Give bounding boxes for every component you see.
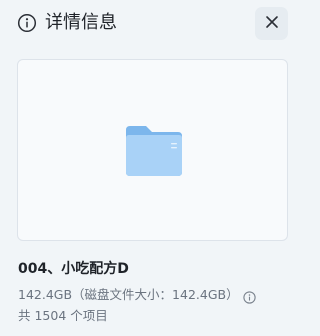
details-header: 详情信息 [0, 0, 306, 48]
file-size: 142.4GB（磁盘文件大小：142.4GB） [18, 287, 239, 302]
size-help-icon[interactable] [242, 289, 256, 304]
info-icon [17, 13, 37, 33]
file-preview [17, 59, 288, 241]
file-name: 004、小吃配方D [18, 261, 129, 277]
folder-icon [124, 122, 184, 178]
details-panel: 详情信息 004、小吃配方D 142.4GB（磁盘文件大小：142.4GB） 共… [0, 0, 306, 336]
item-count: 共 1504 个项目 [18, 308, 108, 323]
close-button[interactable] [255, 7, 288, 40]
size-row: 142.4GB（磁盘文件大小：142.4GB） [18, 285, 256, 305]
panel-title: 详情信息 [45, 12, 117, 33]
close-icon [265, 14, 279, 33]
